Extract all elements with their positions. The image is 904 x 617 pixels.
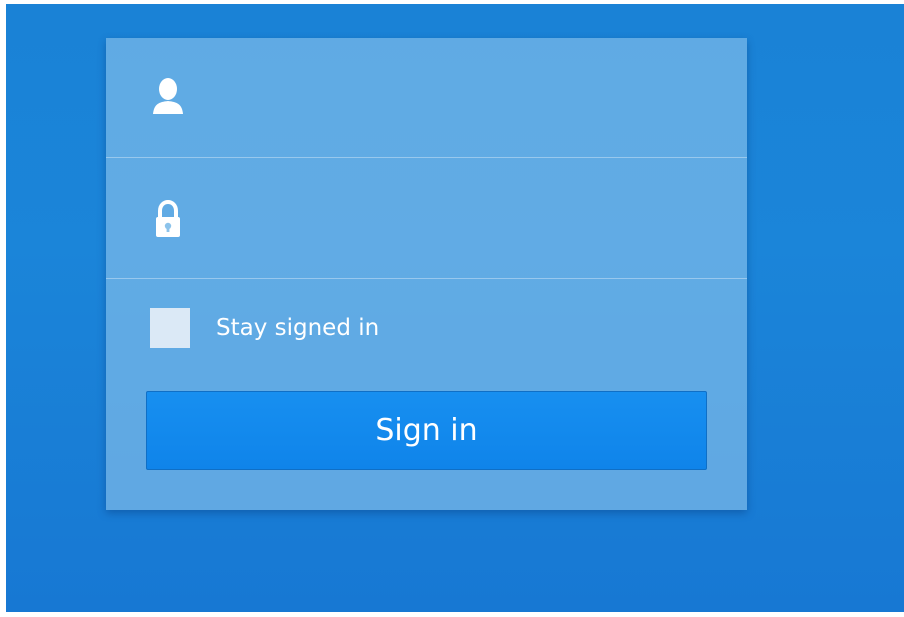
password-input[interactable] xyxy=(206,194,730,246)
stay-signed-in-label[interactable]: Stay signed in xyxy=(216,314,379,342)
login-card: Stay signed in Sign in xyxy=(106,38,747,510)
sign-in-button[interactable]: Sign in xyxy=(146,391,707,470)
login-page: Stay signed in Sign in xyxy=(0,0,904,617)
username-input[interactable] xyxy=(206,73,730,125)
stay-signed-in-row: Stay signed in xyxy=(106,298,747,358)
lock-icon xyxy=(156,199,180,237)
stay-signed-in-checkbox[interactable] xyxy=(150,308,190,348)
username-row xyxy=(106,38,747,158)
user-icon xyxy=(153,78,183,114)
password-row xyxy=(106,159,747,279)
